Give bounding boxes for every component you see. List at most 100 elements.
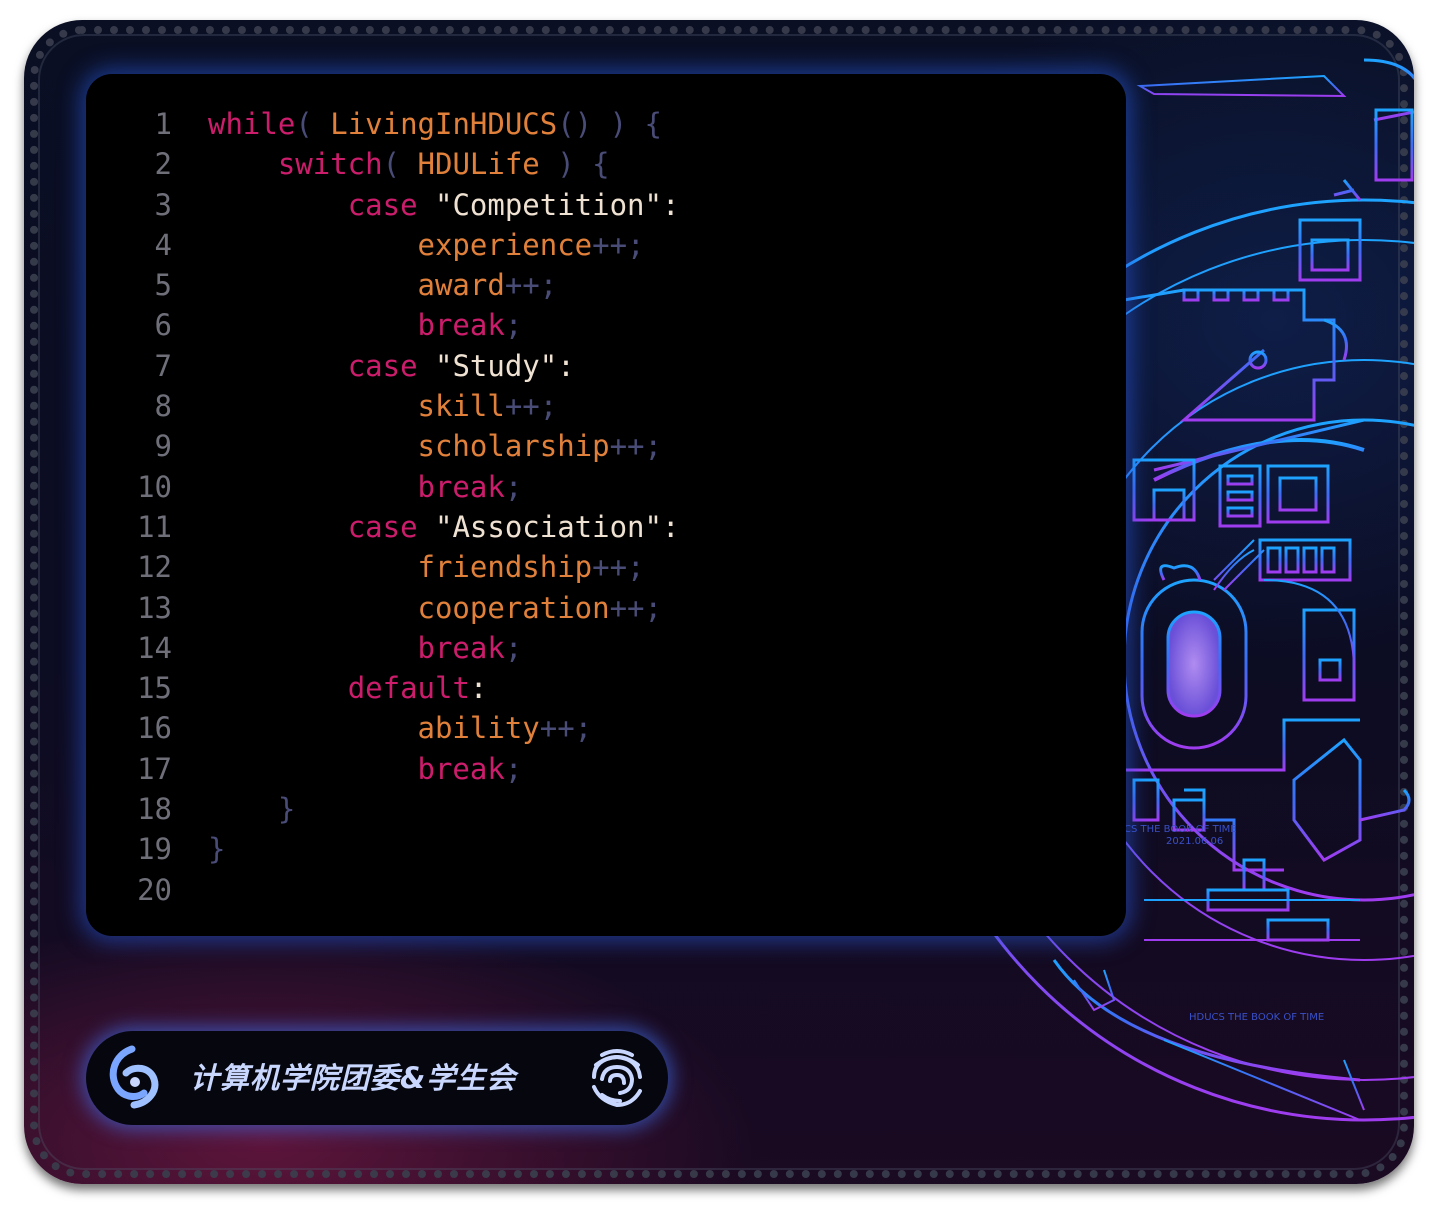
code-token: HDULife <box>417 147 540 182</box>
line-number: 11 <box>137 509 172 544</box>
code-token: switch <box>277 147 383 182</box>
line-number: 5 <box>154 268 172 303</box>
code-block: 1 while( LivingInHDUCS() ) {2 switch( HDU… <box>116 104 1096 910</box>
line-number: 7 <box>154 348 172 383</box>
code-line: 17 break; <box>116 749 1096 789</box>
code-token: ; <box>504 630 523 665</box>
code-token: () ) { <box>557 107 662 141</box>
code-token: break <box>417 469 505 504</box>
code-line: 2 switch( HDULife ) { <box>116 144 1096 184</box>
code-token: : <box>661 509 680 544</box>
line-number: 18 <box>137 792 172 827</box>
line-number: 20 <box>137 872 172 907</box>
artwork-caption-date: 2021.06.06 <box>1166 836 1223 847</box>
code-token: case <box>347 187 418 222</box>
code-line: 7 case "Study": <box>116 346 1096 386</box>
code-text: } <box>208 789 295 829</box>
code-token: "Association" <box>417 509 662 544</box>
code-text: ability++; <box>208 708 593 748</box>
line-number: 1 <box>154 107 172 141</box>
code-text: case "Association": <box>208 507 680 547</box>
code-text: break; <box>208 467 523 507</box>
code-token: : <box>661 187 680 222</box>
code-line: 3 case "Competition": <box>116 185 1096 225</box>
code-line: 18 } <box>116 789 1096 829</box>
code-token: cooperation <box>417 590 610 625</box>
code-token: experience <box>417 227 593 262</box>
code-line: 20 <box>116 870 1096 910</box>
code-text: experience++; <box>208 225 645 265</box>
hdu-swirl-logo-icon <box>109 1045 159 1109</box>
code-text: } <box>208 829 225 869</box>
code-text: award++; <box>208 265 558 305</box>
code-token: } <box>208 832 226 867</box>
code-line: 4 experience++; <box>116 225 1096 265</box>
line-number: 13 <box>137 590 172 625</box>
code-token: break <box>417 751 505 786</box>
code-line: 19} <box>116 829 1096 869</box>
code-token: case <box>347 348 418 383</box>
code-token: } <box>277 792 296 827</box>
code-token: ++; <box>609 590 662 625</box>
code-editor-panel: 1 while( LivingInHDUCS() ) {2 switch( HDU… <box>86 74 1126 936</box>
code-line: 6 break; <box>116 305 1096 345</box>
code-token: ) { <box>539 147 610 182</box>
code-text: friendship++; <box>208 547 645 587</box>
code-line: 13 cooperation++; <box>116 588 1096 628</box>
line-number: 17 <box>137 751 172 786</box>
artwork-caption-side: CS THE BOOK OF TIME <box>1124 824 1237 835</box>
code-token: LivingInHDUCS <box>330 107 558 141</box>
code-token: ++; <box>539 711 593 746</box>
code-text: break; <box>208 749 523 789</box>
line-number: 15 <box>137 671 172 706</box>
code-line: 10 break; <box>116 467 1096 507</box>
code-token: while <box>208 107 296 141</box>
footer-title: 计算机学院团委&学生会 <box>190 1061 517 1095</box>
line-number: 6 <box>154 308 172 343</box>
code-token: ; <box>504 469 523 504</box>
code-token: ; <box>504 308 523 343</box>
code-token: case <box>347 509 418 544</box>
fingerprint-spiral-logo-icon <box>592 1049 642 1108</box>
code-token: ( <box>295 107 331 141</box>
code-text: skill++; <box>208 386 558 426</box>
code-text: case "Study": <box>208 346 575 386</box>
artwork-caption-bottom: HDUCS THE BOOK OF TIME <box>1189 1012 1324 1023</box>
code-token: ; <box>504 751 523 786</box>
code-text: cooperation++; <box>208 588 662 628</box>
code-line: 12 friendship++; <box>116 547 1096 587</box>
line-number: 9 <box>154 429 172 464</box>
code-line: 16 ability++; <box>116 708 1096 748</box>
code-line: 9 scholarship++; <box>116 426 1096 466</box>
code-token: "Competition" <box>417 187 662 222</box>
code-text: scholarship++; <box>208 426 662 466</box>
line-number: 19 <box>137 832 172 867</box>
code-token: friendship <box>417 550 593 585</box>
code-token: : <box>469 671 488 706</box>
code-line: 1 while( LivingInHDUCS() ) { <box>116 104 1096 144</box>
code-line: 5 award++; <box>116 265 1096 305</box>
line-number: 8 <box>154 389 172 424</box>
line-number: 3 <box>154 187 172 222</box>
code-text: case "Competition": <box>208 185 680 225</box>
code-text: switch( HDULife ) { <box>208 144 610 184</box>
code-token: : <box>557 348 575 383</box>
code-token: ++; <box>609 429 662 464</box>
code-token: ability <box>417 711 540 746</box>
code-token: ++; <box>504 268 558 303</box>
code-token: ++; <box>504 389 558 424</box>
